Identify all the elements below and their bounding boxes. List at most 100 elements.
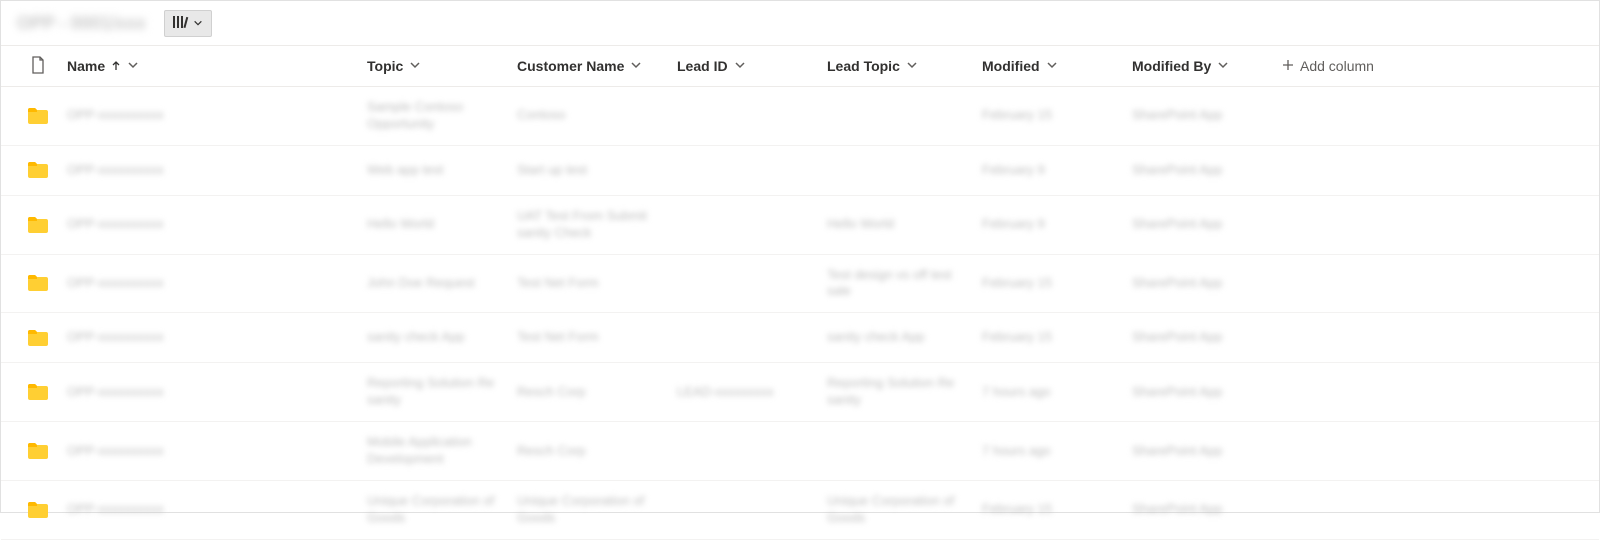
column-header-topic[interactable]: Topic [367, 58, 517, 74]
chevron-down-icon [630, 58, 642, 74]
cell-leadid [677, 326, 827, 350]
column-label: Lead ID [677, 58, 728, 74]
folder-icon [17, 318, 67, 358]
cell-modified: 7 hours ago [982, 372, 1132, 413]
cell-customer: Resch Corp [517, 431, 677, 472]
cell-leadtopic [827, 439, 982, 463]
plus-icon [1282, 58, 1294, 74]
column-label: Name [67, 58, 105, 74]
cell-modified: February 9 [982, 150, 1132, 191]
cell-leadtopic: Unique Corporation of Goods [827, 481, 982, 539]
column-header-modifiedby[interactable]: Modified By [1132, 58, 1282, 74]
cell-topic: Sample Contoso Opportunity [367, 87, 517, 145]
cell-modifiedby: SharePoint App [1132, 95, 1282, 136]
table-row[interactable]: OPP-xxxxxxxxxxJohn Doe RequestTest Net F… [1, 255, 1599, 314]
cell-topic: Web app test [367, 150, 517, 191]
cell-customer: Start up test [517, 150, 677, 191]
cell-leadid [677, 439, 827, 463]
column-label: Modified [982, 58, 1040, 74]
chevron-down-icon [906, 58, 918, 74]
cell-name: OPP-xxxxxxxxxx [67, 95, 367, 136]
cell-leadid [677, 271, 827, 295]
folder-icon [17, 96, 67, 136]
table-row[interactable]: OPP-xxxxxxxxxxUnique Corporation of Good… [1, 481, 1599, 540]
column-header-leadid[interactable]: Lead ID [677, 58, 827, 74]
cell-topic: John Doe Request [367, 263, 517, 304]
cell-modified: 7 hours ago [982, 431, 1132, 472]
toolbar: OPP - 0001/xxx [1, 1, 1599, 45]
column-label: Modified By [1132, 58, 1211, 74]
cell-leadtopic: Hello World [827, 204, 982, 245]
chevron-down-icon [193, 15, 203, 31]
column-header-name[interactable]: Name [67, 58, 367, 74]
cell-leadtopic: sanity check App [827, 317, 982, 358]
chevron-down-icon [734, 58, 746, 74]
folder-icon [17, 205, 67, 245]
page-title: OPP - 0001/xxx [17, 13, 146, 34]
cell-customer: Test Net Form [517, 263, 677, 304]
column-header-type[interactable] [17, 56, 67, 77]
cell-topic: Hello World [367, 204, 517, 245]
cell-customer: Unique Corporation of Goods [517, 481, 677, 539]
column-label: Topic [367, 58, 403, 74]
table-row[interactable]: OPP-xxxxxxxxxxHello WorldUAT Test From S… [1, 196, 1599, 255]
add-column-button[interactable]: Add column [1282, 58, 1432, 74]
cell-name: OPP-xxxxxxxxxx [67, 263, 367, 304]
sort-ascending-icon [111, 58, 121, 74]
cell-name: OPP-xxxxxxxxxx [67, 431, 367, 472]
cell-topic: Unique Corporation of Goods [367, 481, 517, 539]
cell-modified: February 15 [982, 263, 1132, 304]
cell-leadtopic: Reporting Solution Re sanity [827, 363, 982, 421]
cell-leadid [677, 498, 827, 522]
cell-topic: Reporting Solution Re sanity [367, 363, 517, 421]
table-row[interactable]: OPP-xxxxxxxxxxSample Contoso Opportunity… [1, 87, 1599, 146]
column-label: Lead Topic [827, 58, 900, 74]
cell-customer: Contoso [517, 95, 677, 136]
chevron-down-icon [1046, 58, 1058, 74]
folder-icon [17, 150, 67, 190]
cell-modifiedby: SharePoint App [1132, 372, 1282, 413]
view-switcher-button[interactable] [164, 10, 212, 37]
cell-leadtopic: Test design vs off test sale [827, 255, 982, 313]
column-header-row: Name Topic Customer Name Lead ID Lead To… [1, 45, 1599, 87]
cell-modifiedby: SharePoint App [1132, 431, 1282, 472]
cell-modifiedby: SharePoint App [1132, 150, 1282, 191]
document-icon [30, 56, 46, 77]
cell-customer: Test Net Form [517, 317, 677, 358]
cell-customer: UAT Test From Submit sanity Check [517, 196, 677, 254]
table-row[interactable]: OPP-xxxxxxxxxxWeb app testStart up test F… [1, 146, 1599, 196]
cell-leadid: LEAD-xxxxxxxxx [677, 372, 827, 413]
cell-name: OPP-xxxxxxxxxx [67, 372, 367, 413]
cell-modified: February 15 [982, 489, 1132, 530]
cell-leadid [677, 213, 827, 237]
cell-customer: Resch Corp [517, 372, 677, 413]
cell-leadtopic [827, 104, 982, 128]
cell-name: OPP-xxxxxxxxxx [67, 150, 367, 191]
cell-topic: Mobile Application Development [367, 422, 517, 480]
chevron-down-icon [409, 58, 421, 74]
column-header-leadtopic[interactable]: Lead Topic [827, 58, 982, 74]
add-column-label: Add column [1300, 58, 1374, 74]
column-header-customer[interactable]: Customer Name [517, 58, 677, 74]
table-row[interactable]: OPP-xxxxxxxxxxMobile Application Develop… [1, 422, 1599, 481]
cell-modifiedby: SharePoint App [1132, 489, 1282, 530]
cell-modifiedby: SharePoint App [1132, 263, 1282, 304]
column-header-modified[interactable]: Modified [982, 58, 1132, 74]
column-label: Customer Name [517, 58, 624, 74]
folder-icon [17, 263, 67, 303]
cell-modifiedby: SharePoint App [1132, 317, 1282, 358]
folder-icon [17, 431, 67, 471]
chevron-down-icon [127, 58, 139, 74]
table-body: OPP-xxxxxxxxxxSample Contoso Opportunity… [1, 87, 1599, 540]
cell-name: OPP-xxxxxxxxxx [67, 489, 367, 530]
cell-name: OPP-xxxxxxxxxx [67, 204, 367, 245]
cell-name: OPP-xxxxxxxxxx [67, 317, 367, 358]
table-row[interactable]: OPP-xxxxxxxxxx sanity check App Test Net F… [1, 313, 1599, 363]
table-row[interactable]: OPP-xxxxxxxxxxReporting Solution Re sani… [1, 363, 1599, 422]
folder-icon [17, 490, 67, 530]
cell-leadtopic [827, 158, 982, 182]
folder-icon [17, 372, 67, 412]
cell-modified: February 15 [982, 317, 1132, 358]
cell-leadid [677, 104, 827, 128]
library-icon [173, 15, 189, 32]
